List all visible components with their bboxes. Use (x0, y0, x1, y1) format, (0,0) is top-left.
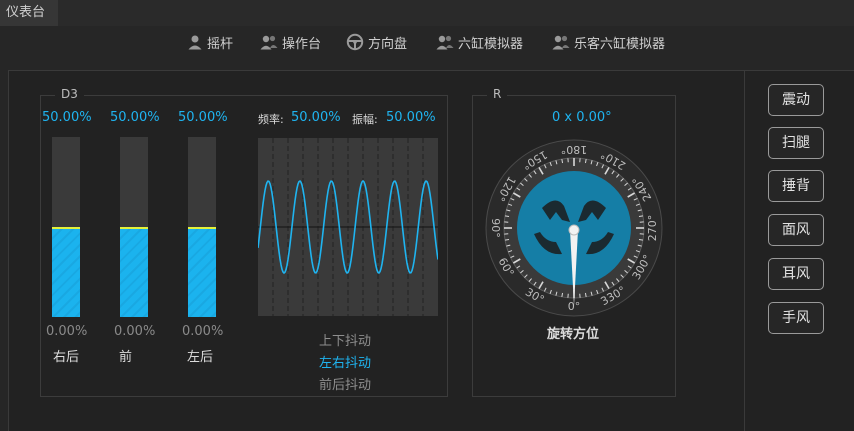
nav-console-label: 操作台 (282, 36, 322, 52)
dial-label: 270° (646, 215, 659, 242)
nav-steering-wheel[interactable]: 方向盘 (346, 31, 407, 53)
tab-dashboard[interactable]: 仪表台 (0, 0, 58, 26)
bar-left-rear (188, 137, 216, 317)
hand-wind-button[interactable]: 手风 (768, 302, 824, 334)
mode-vertical-shake[interactable]: 上下抖动 (319, 330, 371, 349)
dial-label: 90° (489, 218, 502, 238)
r-group-title: R (487, 87, 508, 101)
leg-sweep-button[interactable]: 扫腿 (768, 127, 824, 159)
steering-wheel-icon (346, 33, 364, 51)
frequency-value: 50.00% (291, 110, 341, 125)
users-icon (436, 35, 454, 50)
bar-front (120, 137, 148, 317)
nav-leke-six-axis-simulator[interactable]: 乐客六缸模拟器 (552, 31, 665, 53)
nav-six-axis-simulator[interactable]: 六缸模拟器 (436, 31, 523, 53)
nav-joystick-label: 摇杆 (207, 36, 234, 52)
nav-joystick[interactable]: 摇杆 (187, 31, 233, 53)
waveform-plot (257, 138, 439, 316)
dial-tick (638, 238, 644, 241)
bar-front-fill (120, 227, 148, 317)
panel-divider (744, 70, 745, 431)
bar-right-rear-value: 50.00% (42, 110, 92, 125)
tab-bar: 仪表台 (0, 0, 854, 26)
mode-forward-back-shake[interactable]: 前后抖动 (319, 374, 371, 393)
dial-label: 180° (561, 143, 588, 156)
dial-tick (584, 158, 587, 164)
bar-front-label: 前 (119, 350, 133, 365)
dial-tick (561, 292, 564, 298)
bar-left-rear-label: 左后 (187, 350, 214, 365)
rotation-caption: 旋转方位 (547, 327, 600, 342)
dial-tick (584, 292, 587, 298)
users-icon (260, 35, 278, 50)
nav-steering-wheel-label: 方向盘 (368, 36, 408, 52)
d3-group-title: D3 (55, 87, 84, 101)
users-icon (552, 35, 570, 50)
dial-tick (504, 215, 510, 218)
bar-right-rear-min: 0.00% (46, 324, 88, 339)
dial-tick (561, 158, 564, 164)
waveform-display (257, 138, 439, 316)
bar-right-rear-fill (52, 227, 80, 317)
dial-tick (638, 215, 644, 218)
mode-horizontal-shake[interactable]: 左右抖动 (319, 352, 371, 371)
bar-left-rear-min: 0.00% (182, 324, 224, 339)
user-icon (188, 35, 202, 50)
bar-left-rear-fill (188, 227, 216, 317)
amplitude-label: 振幅: (352, 113, 378, 126)
bar-front-min: 0.00% (114, 324, 156, 339)
bar-front-value: 50.00% (110, 110, 160, 125)
rotation-dial[interactable]: 0°30°60°90°120°150° 180° 210°240°270°300°3… (484, 138, 664, 318)
dial-tick (504, 238, 510, 241)
back-tap-button[interactable]: 捶背 (768, 170, 824, 202)
nav-console[interactable]: 操作台 (260, 31, 321, 53)
face-wind-button[interactable]: 面风 (768, 214, 824, 246)
amplitude-value: 50.00% (386, 110, 436, 125)
bar-right-rear (52, 137, 80, 317)
top-nav: 摇杆 操作台 方向盘 六缸模拟器 乐客六缸模拟器 (0, 27, 854, 55)
rotation-readout: 0 x 0.00° (552, 110, 612, 125)
ear-wind-button[interactable]: 耳风 (768, 258, 824, 290)
frequency-label: 频率: (258, 113, 284, 126)
bar-right-rear-label: 右后 (53, 350, 80, 365)
vibrate-button[interactable]: 震动 (768, 84, 824, 116)
nav-six-axis-simulator-label: 六缸模拟器 (458, 36, 524, 52)
bar-left-rear-value: 50.00% (178, 110, 228, 125)
nav-leke-six-axis-simulator-label: 乐客六缸模拟器 (574, 36, 666, 52)
